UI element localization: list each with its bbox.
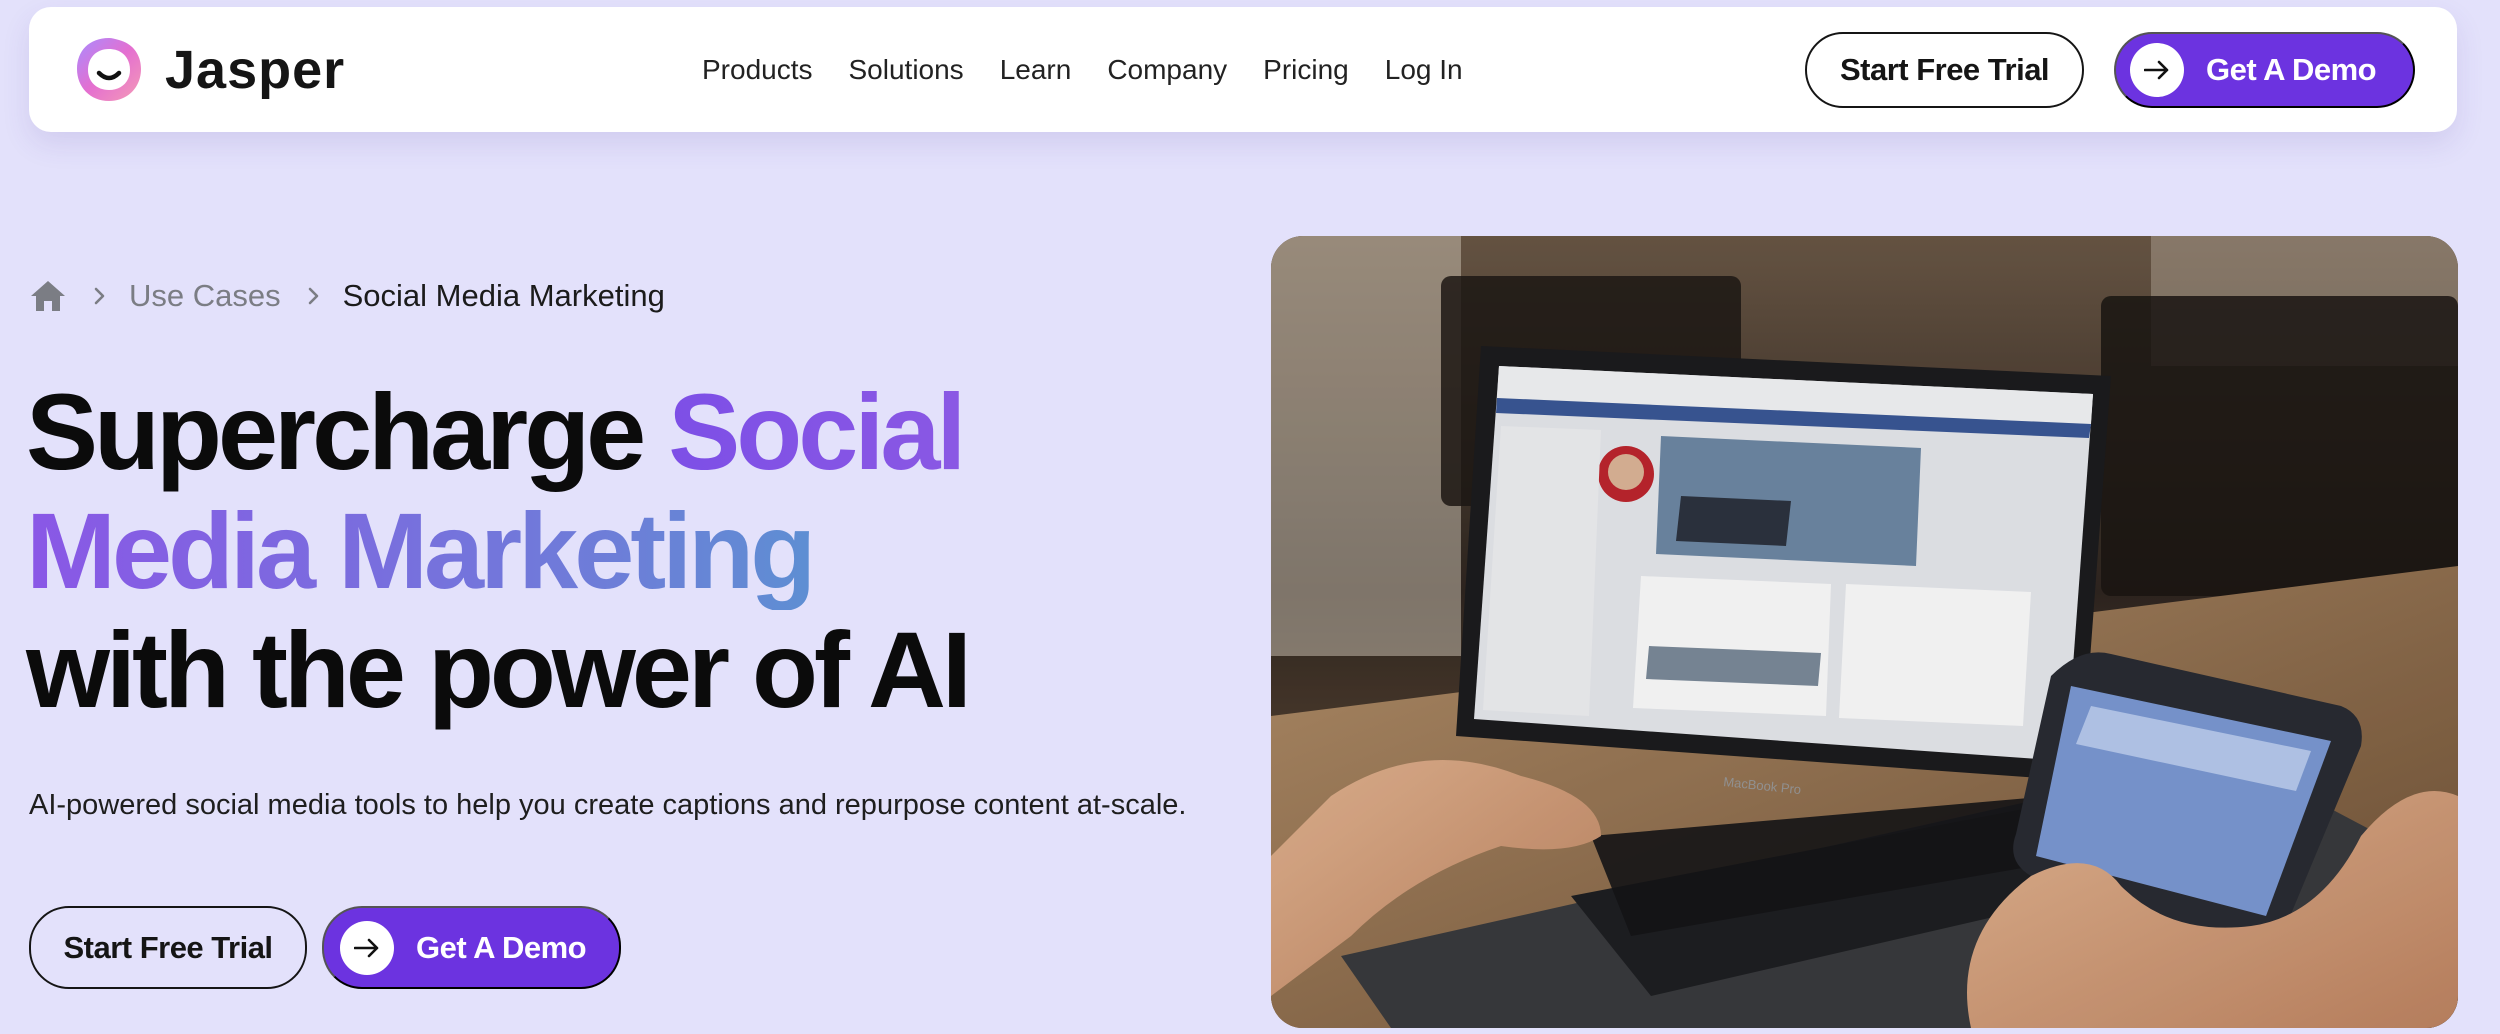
headline-accent-2: Media Marketing [26, 491, 1206, 610]
jasper-logo[interactable]: Jasper [71, 35, 345, 105]
chevron-right-icon [308, 287, 318, 305]
brand-name: Jasper [165, 40, 346, 100]
hero-demo-label: Get A Demo [416, 929, 587, 965]
nav-solutions[interactable]: Solutions [849, 54, 964, 86]
arrow-right-icon [354, 938, 379, 957]
primary-nav: Products Solutions Learn Company Pricing… [702, 7, 1463, 132]
hero-photo-illustration: MacBook Pro [1271, 236, 2458, 1028]
hero-subtitle: AI-powered social media tools to help yo… [29, 789, 1187, 821]
jasper-logo-icon [77, 38, 141, 101]
chevron-right-icon [94, 287, 105, 305]
headline-line-3: with the power of AI [26, 609, 972, 730]
arrow-right-icon [2144, 60, 2169, 80]
nav-start-free-trial-button[interactable]: Start Free Trial [1805, 32, 2084, 108]
headline-line-1: Supercharge Social [26, 372, 1206, 491]
hero-get-demo-button[interactable]: Get A Demo [322, 906, 621, 989]
hero-start-free-trial-button[interactable]: Start Free Trial [29, 906, 307, 989]
breadcrumb: Use Cases Social Media Marketing [29, 272, 665, 320]
headline-accent-1: Social [668, 371, 966, 492]
hero-headline: Supercharge Social Media Marketing with … [26, 372, 1206, 729]
nav-products[interactable]: Products [702, 54, 813, 86]
nav-company[interactable]: Company [1107, 54, 1227, 86]
nav-get-demo-button[interactable]: Get A Demo [2114, 32, 2415, 108]
arrow-circle [340, 920, 394, 975]
nav-learn[interactable]: Learn [1000, 54, 1072, 86]
nav-login[interactable]: Log In [1385, 54, 1463, 86]
breadcrumb-use-cases[interactable]: Use Cases [129, 278, 281, 314]
nav-pricing[interactable]: Pricing [1263, 54, 1349, 86]
top-navbar: Jasper Products Solutions Learn Company … [29, 7, 2457, 132]
arrow-circle [2130, 43, 2184, 97]
nav-demo-label: Get A Demo [2206, 52, 2377, 87]
headline-plain: Supercharge [26, 371, 669, 492]
home-icon[interactable] [29, 279, 67, 313]
hero-photo: MacBook Pro [1271, 236, 2458, 1028]
breadcrumb-current: Social Media Marketing [342, 278, 665, 313]
